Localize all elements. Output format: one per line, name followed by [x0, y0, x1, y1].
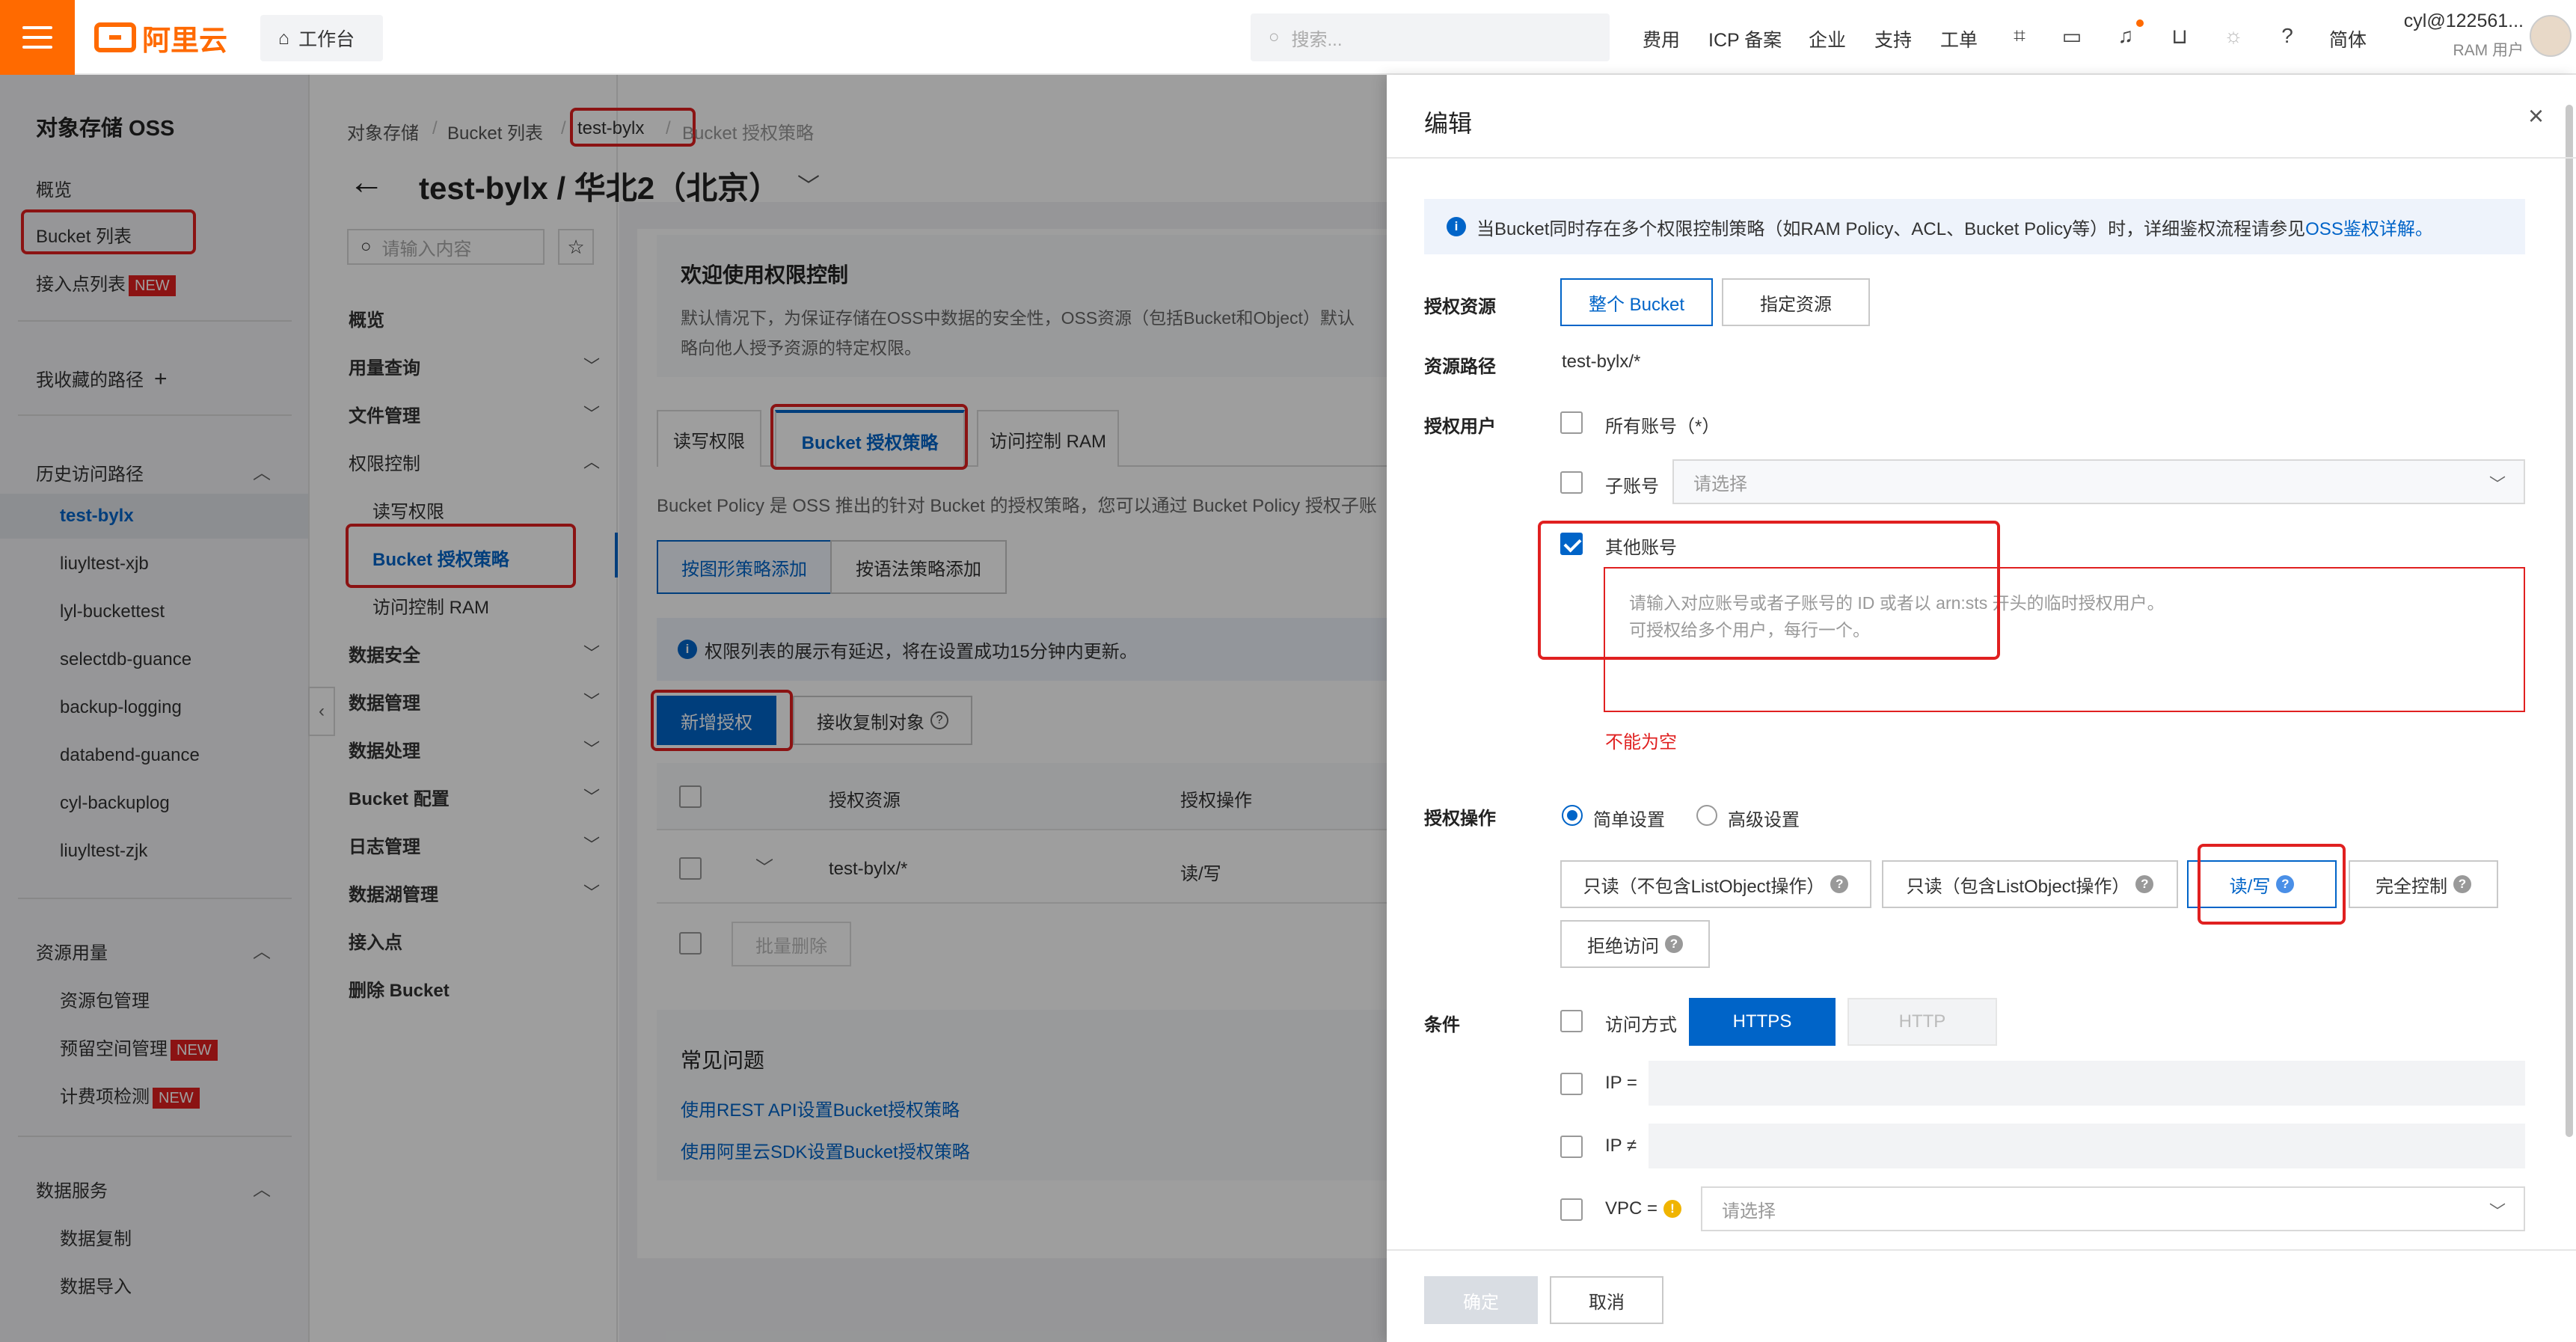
code-icon[interactable]: ⌗ [2006, 22, 2033, 49]
question-icon[interactable]: ? [1665, 935, 1683, 953]
drawer-info-text: 当Bucket同时存在多个权限控制策略（如RAM Policy、ACL、Buck… [1476, 214, 2433, 240]
drawer-info-bar: i 当Bucket同时存在多个权限控制策略（如RAM Policy、ACL、Bu… [1424, 199, 2525, 254]
link-billing[interactable]: 费用 [1643, 25, 1680, 52]
textarea-placeholder: 请输入对应账号或者子账号的 ID 或者以 arn:sts 开头的临时授权用户。 [1629, 593, 2165, 613]
bell-icon[interactable]: ♫ [2112, 22, 2139, 49]
ip-ne-checkbox[interactable] [1560, 1136, 1583, 1158]
other-accounts-textarea[interactable]: 请输入对应账号或者子账号的 ID 或者以 arn:sts 开头的临时授权用户。 … [1604, 567, 2525, 712]
select-placeholder: 请选择 [1722, 1201, 1776, 1222]
ip-eq-label: IP = [1605, 1073, 1637, 1093]
option-label: 完全控制 [2376, 876, 2447, 897]
https-option[interactable]: HTTPS [1689, 998, 1836, 1046]
footer-divider [1387, 1249, 2576, 1251]
other-accounts-checkbox[interactable] [1560, 533, 1583, 555]
oss-auth-link[interactable]: OSS鉴权详解。 [2305, 219, 2433, 239]
workbench-label: 工作台 [298, 29, 355, 50]
confirm-button[interactable]: 确定 [1424, 1276, 1538, 1324]
help-icon[interactable]: ? [2274, 22, 2301, 49]
path-label: 资源路径 [1424, 357, 1496, 377]
vpc-select[interactable]: 请选择 ﹀ [1701, 1186, 2525, 1231]
link-ticket[interactable]: 工单 [1940, 25, 1978, 52]
whole-bucket-option[interactable]: 整个 Bucket [1560, 278, 1713, 326]
action-label: 授权操作 [1424, 809, 1496, 829]
option-label: 拒绝访问 [1587, 936, 1659, 957]
home-icon: ⌂ [278, 27, 290, 49]
question-icon[interactable]: ? [2276, 875, 2295, 893]
simple-setting-radio[interactable] [1562, 805, 1583, 826]
sub-account-label: 子账号 [1605, 477, 1659, 497]
cart-icon[interactable]: ⊔ [2166, 22, 2193, 49]
user-name: cyl@122561... [2403, 10, 2524, 31]
access-method-checkbox[interactable] [1560, 1010, 1583, 1032]
user-menu[interactable]: cyl@122561... RAM 用户 [2391, 10, 2524, 61]
deny-access-option[interactable]: 拒绝访问? [1560, 920, 1710, 968]
link-enterprise[interactable]: 企业 [1809, 25, 1846, 52]
top-bar: 阿里云 ⌂ 工作台 ○ 搜索... 费用 ICP 备案 企业 支持 工单 ⌗ ▭… [0, 0, 2576, 75]
drawer-divider [1387, 157, 2576, 159]
user-role: RAM 用户 [2453, 42, 2524, 59]
condition-label: 条件 [1424, 1015, 1460, 1035]
access-method-label: 访问方式 [1605, 1015, 1677, 1035]
global-search[interactable]: ○ 搜索... [1251, 13, 1610, 61]
logo-icon [94, 22, 136, 52]
user-label: 授权用户 [1424, 417, 1496, 437]
modal-overlay[interactable] [0, 75, 1387, 1342]
ip-eq-input[interactable] [1649, 1061, 2525, 1106]
simple-setting-label: 简单设置 [1593, 810, 1665, 830]
bulb-icon[interactable]: ☼ [2220, 22, 2247, 49]
info-icon: i [1447, 217, 1466, 236]
path-value: test-bylx/* [1562, 352, 1641, 372]
warning-icon[interactable]: ! [1663, 1200, 1681, 1218]
advanced-setting-radio[interactable] [1696, 805, 1717, 826]
advanced-setting-label: 高级设置 [1728, 810, 1800, 830]
readonly-no-list-option[interactable]: 只读（不包含ListObject操作）? [1560, 860, 1871, 908]
close-icon[interactable]: × [2528, 100, 2544, 132]
link-support[interactable]: 支持 [1874, 25, 1912, 52]
option-label: 读/写 [2229, 876, 2271, 897]
ip-ne-label: IP ≠ [1605, 1136, 1637, 1156]
vpc-label: VPC = [1605, 1198, 1658, 1219]
question-icon[interactable]: ? [2453, 875, 2471, 893]
search-icon: ○ [1269, 27, 1280, 47]
avatar[interactable] [2530, 15, 2572, 57]
ip-eq-checkbox[interactable] [1560, 1073, 1583, 1095]
http-option[interactable]: HTTP [1847, 998, 1997, 1046]
specific-resource-option[interactable]: 指定资源 [1722, 278, 1870, 326]
link-icp[interactable]: ICP 备案 [1708, 25, 1782, 52]
all-accounts-label: 所有账号（*） [1605, 417, 1720, 437]
aliyun-logo[interactable]: 阿里云 [94, 19, 228, 57]
drawer-title: 编辑 [1424, 110, 1473, 137]
readonly-list-option[interactable]: 只读（包含ListObject操作）? [1882, 860, 2178, 908]
cancel-button[interactable]: 取消 [1550, 1276, 1663, 1324]
brand-text: 阿里云 [142, 25, 228, 57]
notification-dot [2136, 19, 2144, 27]
workbench-button[interactable]: ⌂ 工作台 [260, 15, 383, 61]
resource-label: 授权资源 [1424, 297, 1496, 317]
vpc-checkbox[interactable] [1560, 1198, 1583, 1221]
error-message: 不能为空 [1605, 732, 1677, 753]
select-placeholder: 请选择 [1693, 474, 1747, 494]
full-control-option[interactable]: 完全控制? [2349, 860, 2498, 908]
question-icon[interactable]: ? [1830, 875, 1849, 893]
textarea-placeholder: 可授权给多个用户，每行一个。 [1629, 620, 1870, 640]
chevron-down-icon: ﹀ [2488, 475, 2506, 494]
option-label: 只读（不包含ListObject操作） [1583, 876, 1825, 897]
language-switch[interactable]: 简体 [2329, 25, 2367, 52]
sub-account-select[interactable]: 请选择 ﹀ [1672, 459, 2525, 504]
all-accounts-checkbox[interactable] [1560, 411, 1583, 434]
chevron-down-icon: ﹀ [2488, 1202, 2506, 1221]
other-accounts-label: 其他账号 [1605, 538, 1677, 558]
menu-button[interactable] [0, 0, 75, 75]
option-label: 只读（包含ListObject操作） [1906, 876, 2130, 897]
terminal-icon[interactable]: ▭ [2058, 22, 2085, 49]
search-placeholder: 搜索... [1291, 29, 1343, 50]
drawer-scrollbar[interactable] [2566, 105, 2573, 1137]
ip-ne-input[interactable] [1649, 1124, 2525, 1168]
read-write-option[interactable]: 读/写? [2187, 860, 2337, 908]
question-icon[interactable]: ? [2135, 875, 2154, 893]
info-text: 当Bucket同时存在多个权限控制策略（如RAM Policy、ACL、Buck… [1476, 218, 2306, 239]
sub-account-checkbox[interactable] [1560, 471, 1583, 494]
